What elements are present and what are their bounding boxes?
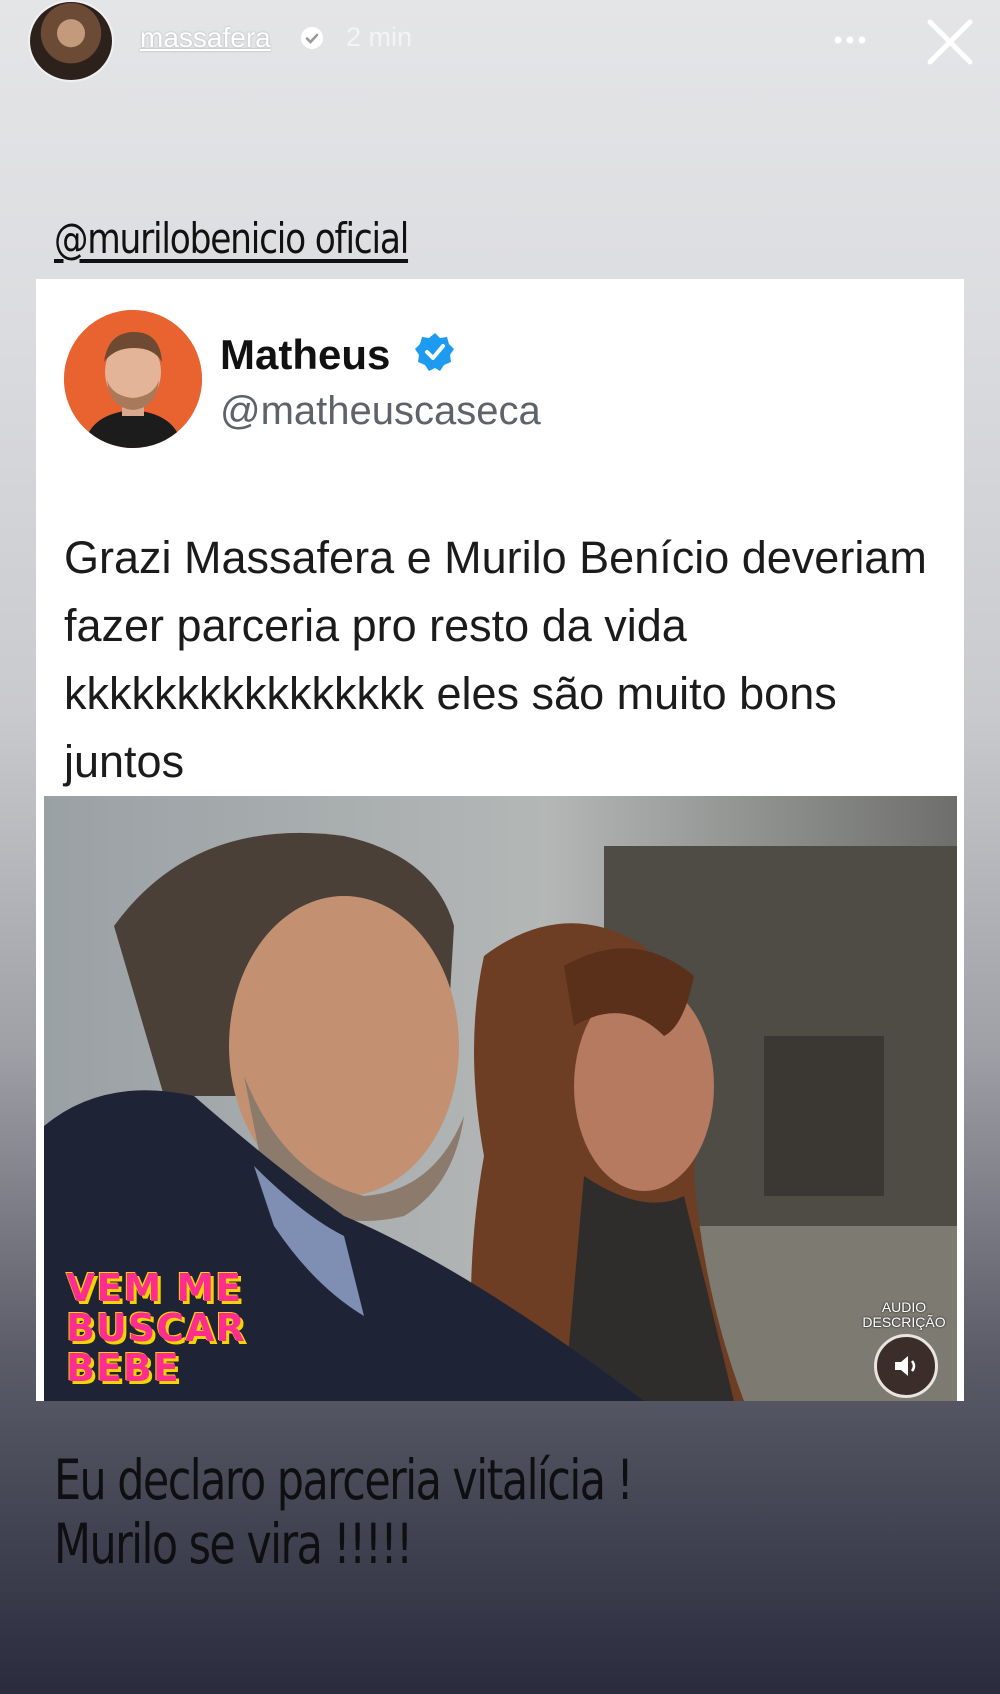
story-author-avatar[interactable] [28, 0, 114, 82]
tweet-author-name: Matheus [220, 331, 391, 378]
verified-badge-icon [415, 333, 454, 371]
tweet-card: Matheus @matheuscaseca Grazi Massafera e… [36, 279, 964, 1401]
close-icon[interactable] [922, 14, 978, 70]
story-header: massafera 2 min [0, 0, 1000, 90]
more-options-icon[interactable] [826, 20, 874, 60]
tweet-author-handle: @matheuscaseca [220, 389, 541, 433]
person-portrait-icon [64, 310, 202, 448]
mention-sticker[interactable]: @murilobenicio oficial [54, 214, 409, 263]
audio-description-label: AUDIO DESCRIÇÃO [862, 1299, 946, 1330]
story-caption: Eu declaro parceria vitalícia ! Murilo s… [54, 1448, 634, 1576]
show-logo: VEM ME BUSCAR BEBE [66, 1266, 246, 1390]
tweet-author-avatar [64, 310, 202, 448]
tweet-text: Grazi Massafera e Murilo Benício deveria… [64, 532, 927, 787]
audio-toggle-button[interactable] [874, 1334, 938, 1398]
tweet-media-image: VEM ME BUSCAR BEBE AUDIO DESCRIÇÃO [44, 796, 957, 1401]
story-timestamp: 2 min [346, 22, 413, 52]
speaker-icon [895, 1356, 916, 1376]
story-username[interactable]: massafera [140, 22, 271, 54]
verified-badge-icon [301, 27, 323, 49]
